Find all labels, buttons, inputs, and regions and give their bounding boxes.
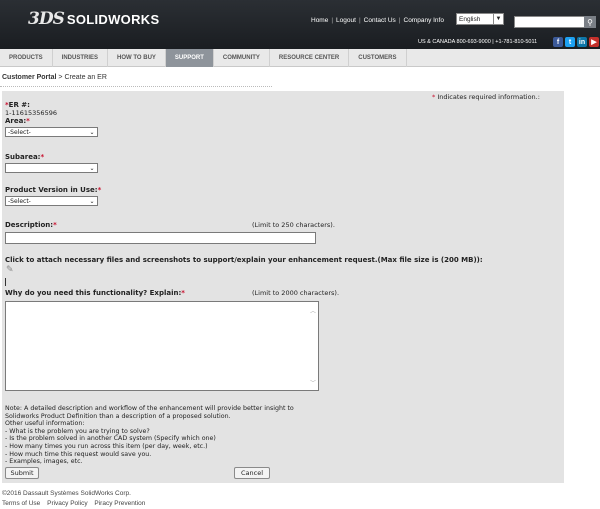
er-number-value: 1-11615356596 [5, 109, 57, 117]
ds-logo-mark: 3DS [28, 9, 65, 29]
subarea-select[interactable]: ⌄ [5, 163, 98, 173]
note-line: - Is the problem solved in another CAD s… [5, 435, 216, 443]
main-nav: PRODUCTS INDUSTRIES HOW TO BUY SUPPORT C… [0, 49, 600, 67]
why-needed-label-text: Why do you need this functionality? Expl… [5, 289, 182, 297]
site-footer: ©2016 Dassault Systèmes SolidWorks Corp.… [2, 489, 150, 509]
description-limit-hint: (Limit to 250 characters). [252, 221, 335, 229]
note-line: Note: A detailed description and workflo… [5, 405, 294, 412]
required-star: * [53, 221, 57, 229]
piracy-prevention-link[interactable]: Piracy Prevention [94, 500, 145, 507]
social-links: f t in ▶ [553, 37, 599, 47]
link-separator: | [398, 17, 401, 24]
linkedin-icon[interactable]: in [577, 37, 587, 47]
facebook-icon[interactable]: f [553, 37, 563, 47]
required-star: * [40, 153, 45, 161]
breadcrumb-root[interactable]: Customer Portal [2, 74, 56, 81]
nav-community[interactable]: COMMUNITY [214, 49, 270, 67]
logo-text: SOLIDWORKS [66, 11, 160, 27]
description-input[interactable] [5, 232, 316, 244]
breadcrumb-separator: > [58, 74, 63, 81]
nav-resource-center[interactable]: RESOURCE CENTER [270, 49, 350, 67]
area-label-text: Area: [5, 117, 27, 125]
phone-numbers: US & CANADA 800-693-9000 | +1-781-810-50… [418, 39, 538, 45]
why-needed-textarea[interactable]: ︿ ﹀ [5, 301, 319, 391]
top-links: Home | Logout | Contact Us | Company Inf… [311, 17, 444, 24]
er-label-text: ER #: [8, 101, 30, 109]
subarea-label-text: Subarea: [5, 153, 41, 161]
er-number-label: *ER #: [5, 101, 30, 109]
search-icon[interactable]: ⚲ [584, 16, 596, 28]
required-note-text: Indicates required information.: [437, 93, 540, 101]
attach-files-label[interactable]: Click to attach necessary files and scre… [5, 256, 483, 264]
chevron-down-icon: ⌄ [89, 164, 95, 172]
copyright-text: ©2016 Dassault Systèmes SolidWorks Corp. [2, 490, 131, 497]
terms-of-use-link[interactable]: Terms of Use [2, 500, 40, 507]
cancel-button[interactable]: Cancel [234, 467, 270, 479]
nav-support[interactable]: SUPPORT [165, 49, 214, 67]
home-link[interactable]: Home [311, 17, 328, 24]
attach-cursor [5, 278, 6, 286]
breadcrumb-divider [0, 86, 272, 87]
nav-industries[interactable]: INDUSTRIES [53, 49, 109, 67]
search-input[interactable] [514, 16, 586, 28]
product-version-label: Product Version in Use:* [5, 186, 101, 194]
description-label-text: Description: [5, 221, 54, 229]
er-form-panel: * Indicates required information.: *ER #… [2, 91, 564, 483]
scroll-up-icon[interactable]: ︿ [310, 306, 316, 315]
twitter-icon[interactable]: t [565, 37, 575, 47]
breadcrumb-current: Create an ER [64, 74, 107, 81]
chevron-down-icon: ▼ [493, 14, 503, 24]
product-version-label-text: Product Version in Use: [5, 186, 98, 194]
logout-link[interactable]: Logout [336, 17, 356, 24]
note-line: Other useful information: [5, 420, 85, 428]
area-select[interactable]: -Select- ⌄ [5, 127, 98, 137]
product-version-select[interactable]: -Select- ⌄ [5, 196, 98, 206]
required-star: * [26, 117, 30, 125]
product-version-select-value: -Select- [8, 197, 31, 205]
nav-how-to-buy[interactable]: HOW TO BUY [108, 49, 166, 67]
subarea-label: Subarea:* [5, 153, 44, 161]
contact-us-link[interactable]: Contact Us [364, 17, 396, 24]
company-info-link[interactable]: Company Info [404, 17, 444, 24]
area-select-value: -Select- [8, 128, 31, 136]
language-select[interactable]: English ▼ [456, 13, 504, 25]
language-value: English [459, 15, 481, 23]
link-separator: | [331, 17, 334, 24]
note-line: Solidworks Product Definition than a des… [5, 412, 231, 420]
required-star: * [97, 186, 102, 194]
site-header: 3DS SOLIDWORKS Home | Logout | Contact U… [0, 0, 600, 49]
required-star: * [181, 289, 185, 297]
nav-products[interactable]: PRODUCTS [0, 49, 53, 67]
paperclip-icon[interactable]: ✎ [6, 265, 14, 275]
scroll-down-icon[interactable]: ﹀ [310, 378, 316, 387]
required-note: * Indicates required information.: [432, 93, 540, 101]
note-line: - How much time this request would save … [5, 450, 152, 458]
link-separator: | [358, 17, 361, 24]
guidance-note: Note: A detailed description and workflo… [5, 405, 335, 466]
description-label: Description:* [5, 221, 57, 229]
note-line: - Examples, images, etc. [5, 458, 83, 466]
solidworks-logo[interactable]: 3DS SOLIDWORKS [28, 9, 159, 29]
footer-links: Terms of Use Privacy Policy Piracy Preve… [2, 499, 150, 509]
youtube-icon[interactable]: ▶ [589, 37, 599, 47]
note-line: - What is the problem you are trying to … [5, 427, 150, 435]
required-star: * [432, 93, 436, 101]
area-label: Area:* [5, 117, 30, 125]
breadcrumb: Customer Portal > Create an ER [2, 74, 107, 81]
chevron-down-icon: ⌄ [89, 197, 95, 205]
submit-button[interactable]: Submit [5, 467, 39, 479]
chevron-down-icon: ⌄ [89, 128, 95, 136]
nav-customers[interactable]: CUSTOMERS [349, 49, 407, 67]
why-limit-hint: (Limit to 2000 characters). [252, 289, 340, 297]
note-line: - How many times you run across this ite… [5, 442, 208, 450]
privacy-policy-link[interactable]: Privacy Policy [47, 500, 87, 507]
why-needed-label: Why do you need this functionality? Expl… [5, 289, 185, 297]
